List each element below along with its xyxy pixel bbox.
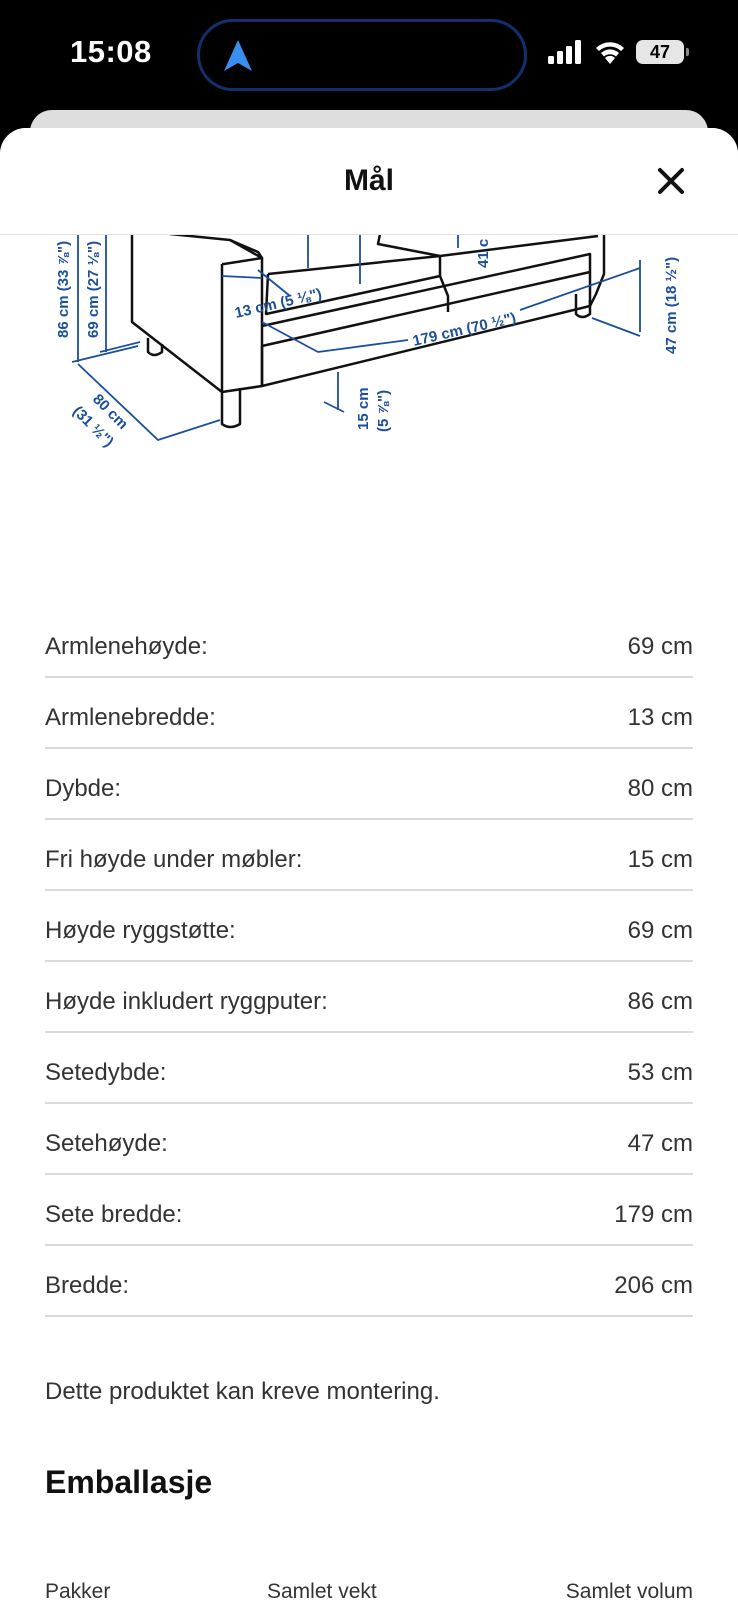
status-bar: 15:08 47 [0,0,738,110]
dimension-label: Dybde: [45,774,122,802]
dimension-row: Armlenehøyde: 69 cm [45,608,693,678]
dimension-value: 86 cm [627,987,693,1015]
dimension-row: Høyde ryggstøtte: 69 cm [45,891,693,962]
dimension-row: Dybde: 80 cm [45,749,693,820]
label-seat-depth-partial: 41 c [475,239,492,268]
dimension-row: Armlenebredde: 13 cm [45,678,693,749]
dimension-value: 179 cm [614,1200,693,1228]
dimension-label: Setedybde: [45,1058,167,1086]
status-time: 15:08 [70,34,152,69]
packaging-title: Emballasje [45,1464,213,1500]
packaging-col-weight: Samlet vekt [267,1580,377,1600]
dimension-label: Bredde: [45,1271,130,1299]
label-height-back: 69 cm (27 ⅛") [85,241,102,338]
dimensions-sheet: Mål 86 cm (33 ⅞") 69 cm (27 ⅛") 13 cm (5… [0,128,738,1600]
dimension-row: Setedybde: 53 cm [45,1033,693,1104]
dimension-row: Sete bredde: 179 cm [45,1175,693,1246]
battery-cap [686,48,689,56]
dimension-label: Høyde inkludert ryggputer: [45,987,328,1015]
location-arrow-icon [224,40,252,71]
packaging-col-volume: Samlet volum [565,1580,693,1600]
status-icons: 47 [548,40,689,64]
dimension-row: Fri høyde under møbler: 15 cm [45,820,693,891]
dimension-value: 69 cm [627,633,693,660]
dimension-label: Armlenebredde: [45,703,216,731]
label-seat-height: 47 cm (18 ½") [663,257,680,354]
dimension-label: Fri høyde under møbler: [45,845,303,873]
cellular-signal-icon [548,40,581,64]
dimension-label: Armlenehøyde: [45,633,208,660]
close-icon [658,168,684,194]
battery-indicator: 47 [636,40,689,64]
label-clearance-cm: 15 cm [355,387,372,430]
label-seat-width: 179 cm (70 ½") [411,310,518,350]
dimension-value: 53 cm [627,1058,693,1086]
label-height-total: 86 cm (33 ⅞") [55,241,72,338]
dynamic-island [197,19,527,91]
sofa-dimension-illustration: 86 cm (33 ⅞") 69 cm (27 ⅛") 13 cm (5 ⅛")… [55,234,680,451]
dimension-label: Setehøyde: [45,1129,168,1157]
dimension-value: 15 cm [627,845,693,873]
sheet-header: Mål [0,128,738,235]
dimensions-list: Armlenehøyde: 69 cm Armlenebredde: 13 cm… [45,608,693,1317]
dimension-value: 69 cm [627,916,693,944]
dimension-value: 47 cm [627,1129,693,1157]
dimension-value: 80 cm [627,774,693,802]
dimension-row: Bredde: 206 cm [45,1246,693,1317]
wifi-icon [596,42,624,64]
dimension-label: Høyde ryggstøtte: [45,916,236,944]
close-button[interactable] [650,160,692,202]
dimension-row: Setehøyde: 47 cm [45,1104,693,1175]
label-clearance-in: (5 ⅞") [375,390,392,432]
assembly-note: Dette produktet kan kreve montering. [45,1378,440,1405]
battery-level: 47 [649,42,671,62]
dimension-row: Høyde inkludert ryggputer: 86 cm [45,962,693,1033]
dimension-value: 206 cm [614,1271,693,1299]
dimension-value: 13 cm [627,703,693,731]
dimension-label: Sete bredde: [45,1200,183,1228]
sheet-title: Mål [343,164,394,197]
packaging-col-packages: Pakker [45,1580,111,1600]
